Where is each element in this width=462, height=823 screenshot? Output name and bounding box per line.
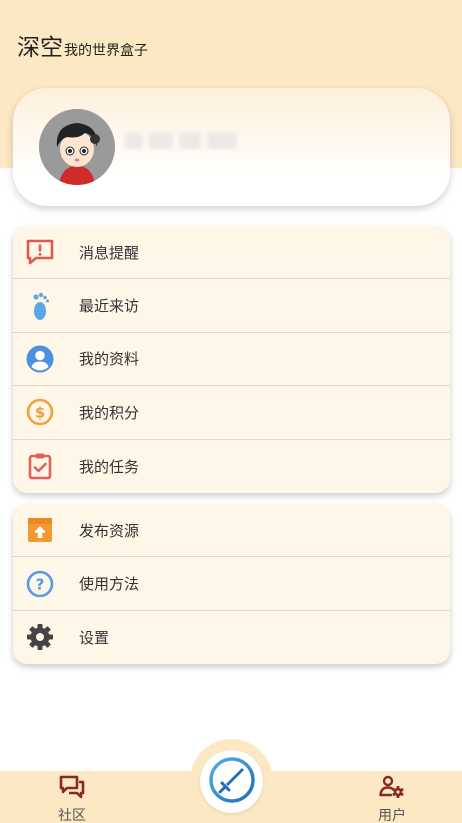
menu-item-recent-visits[interactable]: 最近来访 (13, 279, 450, 333)
tab-community[interactable]: 社区 (42, 775, 102, 823)
profile-card[interactable] (13, 88, 450, 206)
app-title-main: 深空 (17, 35, 63, 61)
menu-group-secondary: 发布资源 ? 使用方法 设置 (13, 504, 450, 665)
menu-item-messages[interactable]: 消息提醒 (13, 226, 450, 280)
app-title-subtitle: 我的世界盒子 (64, 43, 148, 59)
menu-item-profile[interactable]: 我的资料 (13, 333, 450, 387)
menu-item-tasks[interactable]: 我的任务 (13, 440, 450, 493)
tab-user[interactable]: 用户 (362, 775, 422, 823)
menu-item-label: 设置 (79, 628, 110, 647)
help-circle-icon: ? (25, 569, 55, 599)
footprint-icon (25, 291, 55, 321)
menu-item-label: 我的任务 (79, 457, 140, 476)
user-settings-icon (379, 775, 405, 803)
menu-item-points[interactable]: $ 我的积分 (13, 386, 450, 440)
menu-item-settings[interactable]: 设置 (13, 611, 450, 664)
app-title: 深空 我的世界盒子 (17, 28, 148, 62)
tab-label: 社区 (58, 808, 86, 823)
menu-item-publish[interactable]: 发布资源 (13, 504, 450, 558)
chat-bubbles-icon (59, 775, 85, 803)
tab-label: 用户 (378, 808, 406, 823)
menu-item-label: 消息提醒 (79, 243, 140, 262)
center-action-button[interactable] (200, 750, 263, 813)
menu-group-primary: 消息提醒 最近来访 我的资料 $ 我的积分 我的任务 (13, 226, 450, 493)
menu-item-label: 我的资料 (79, 350, 140, 369)
menu-item-label: 发布资源 (79, 521, 140, 540)
menu-item-usage[interactable]: ? 使用方法 (13, 557, 450, 611)
sword-icon (208, 756, 256, 808)
message-alert-icon (25, 237, 55, 267)
username-redacted (125, 126, 255, 156)
user-profile-icon (25, 344, 55, 374)
menu-item-label: 使用方法 (79, 575, 140, 594)
svg-text:?: ? (36, 575, 45, 593)
avatar[interactable] (39, 109, 115, 185)
menu-item-label: 我的积分 (79, 403, 140, 422)
menu-item-label: 最近来访 (79, 297, 140, 316)
gear-icon (25, 622, 55, 652)
dollar-coin-icon: $ (25, 397, 55, 427)
svg-text:$: $ (35, 404, 45, 422)
upload-box-icon (25, 515, 55, 545)
clipboard-check-icon (25, 451, 55, 481)
